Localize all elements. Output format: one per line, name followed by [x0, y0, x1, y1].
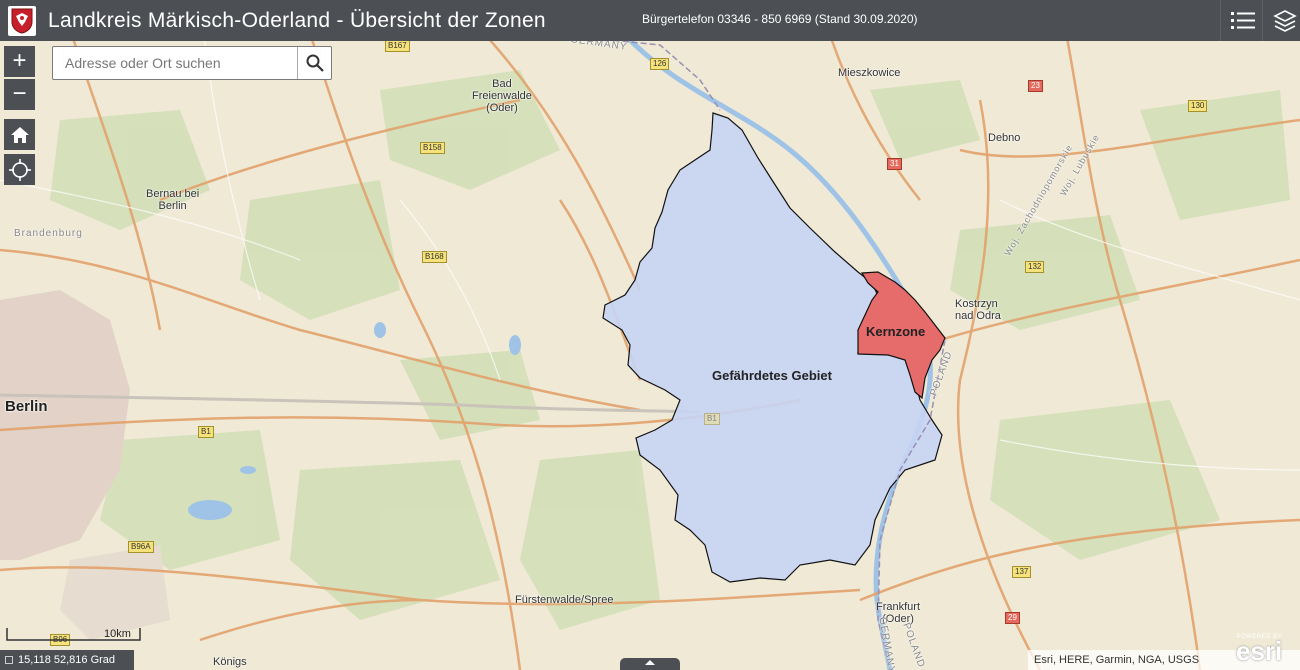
zoom-in-button[interactable]: + — [4, 46, 35, 77]
basemap — [0, 0, 1300, 670]
map-view[interactable] — [0, 0, 1300, 670]
place-fuerstenwalde: Fürstenwalde/Spree — [515, 594, 614, 606]
road-shield-b168: B168 — [422, 251, 447, 263]
home-icon — [10, 126, 29, 143]
scale-label: 10km — [104, 628, 131, 640]
place-koenigs: Königs — [213, 656, 247, 668]
place-mieszkowice: Mieszkowice — [838, 67, 901, 79]
legend-button[interactable] — [1220, 0, 1264, 41]
road-shield-137: 137 — [1012, 566, 1032, 578]
layers-icon — [1272, 9, 1297, 32]
road-shield-23: 23 — [1028, 80, 1043, 92]
app-header: Landkreis Märkisch-Oderland - Übersicht … — [0, 0, 1300, 41]
road-shield-130: 130 — [1188, 100, 1208, 112]
road-shield-31: 31 — [887, 158, 902, 170]
coordinate-toggle-icon — [5, 656, 13, 664]
search-input[interactable] — [53, 47, 297, 79]
road-shield-b96a: B96A — [128, 541, 154, 553]
bottom-panel-toggle[interactable] — [620, 658, 680, 670]
road-shield-b158: B158 — [420, 142, 445, 154]
coordinates-readout[interactable]: 15,118 52,816 Grad — [0, 650, 134, 670]
place-bernau: Bernau bei Berlin — [146, 188, 200, 212]
place-brandenburg: Brandenburg — [14, 228, 83, 239]
hotline-subtitle: Bürgertelefon 03346 - 850 6969 (Stand 30… — [642, 12, 918, 26]
coordinates-text: 15,118 52,816 Grad — [18, 654, 116, 666]
home-button[interactable] — [4, 119, 35, 150]
zoom-out-button[interactable]: − — [4, 79, 35, 110]
road-shield-132: 132 — [1025, 261, 1045, 273]
endangered-zone-label: Gefährdetes Gebiet — [712, 368, 832, 383]
layers-button[interactable] — [1262, 0, 1300, 41]
list-icon — [1230, 11, 1255, 29]
core-zone-label: Kernzone — [866, 324, 926, 339]
place-debno: Debno — [988, 132, 1021, 144]
search-icon — [306, 54, 324, 72]
road-shield-29: 29 — [1005, 612, 1020, 624]
locate-button[interactable] — [4, 154, 35, 185]
road-shield-126: 126 — [650, 58, 670, 70]
search-box — [52, 46, 332, 80]
app-title: Landkreis Märkisch-Oderland - Übersicht … — [48, 8, 546, 32]
road-shield-b1: B1 — [198, 426, 214, 438]
search-button[interactable] — [297, 47, 331, 79]
road-shield-b167: B167 — [385, 40, 410, 52]
esri-logo[interactable]: POWERED BY esri — [1236, 634, 1282, 664]
place-berlin: Berlin — [5, 398, 48, 415]
road-shield-b1-map: B1 — [704, 413, 720, 425]
place-kostrzyn: Kostrzyn nad Odra — [955, 298, 1001, 322]
locate-icon — [8, 158, 31, 181]
coat-of-arms-icon — [8, 5, 36, 36]
place-bad-freienwalde: Bad Freienwalde (Oder) — [472, 78, 532, 114]
chevron-up-icon — [645, 660, 655, 665]
